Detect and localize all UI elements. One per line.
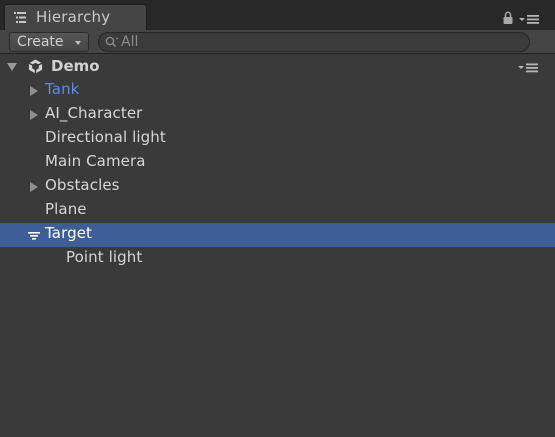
item-label: Tank [45,80,80,98]
hierarchy-item-directional-light[interactable]: Directional light [0,127,555,151]
hierarchy-item-main-camera[interactable]: Main Camera [0,151,555,175]
hierarchy-item-point-light[interactable]: Point light [0,247,555,271]
hierarchy-item-target[interactable]: Target [0,223,555,247]
hierarchy-item-tank[interactable]: Tank [0,79,555,103]
foldout-expanded-icon[interactable] [28,232,40,240]
create-label: Create [17,34,64,50]
item-label: Obstacles [45,176,120,194]
unity-logo-icon [28,59,43,74]
hierarchy-list-icon [14,12,26,23]
tab-hierarchy[interactable]: Hierarchy [4,4,147,30]
search-field[interactable] [98,32,530,52]
foldout-collapsed-icon[interactable] [30,86,38,96]
item-label: Directional light [45,128,166,146]
foldout-collapsed-icon[interactable] [30,182,38,192]
lock-icon[interactable] [503,11,513,24]
create-dropdown-button[interactable]: Create [9,32,89,52]
search-input[interactable] [121,33,501,51]
hierarchy-item-obstacles[interactable]: Obstacles [0,175,555,199]
foldout-collapsed-icon[interactable] [30,110,38,120]
item-label: Plane [45,200,87,218]
hierarchy-item-ai-character[interactable]: AI_Character [0,103,555,127]
panel-menu-icon[interactable] [518,12,546,26]
chevron-down-icon [75,41,81,45]
item-label: AI_Character [45,104,143,122]
item-label: Main Camera [45,152,146,170]
hierarchy-toolbar: Create [0,30,555,54]
item-label: Point light [66,248,143,266]
tab-strip: Hierarchy [0,0,555,30]
scene-title: Demo [51,57,100,75]
foldout-expanded-icon[interactable] [7,63,17,71]
item-label: Target [45,224,93,242]
tab-label: Hierarchy [36,8,111,26]
scene-menu-icon[interactable] [518,62,542,74]
hierarchy-item-plane[interactable]: Plane [0,199,555,223]
scene-header[interactable]: Demo [0,55,555,79]
search-icon[interactable] [105,36,119,48]
